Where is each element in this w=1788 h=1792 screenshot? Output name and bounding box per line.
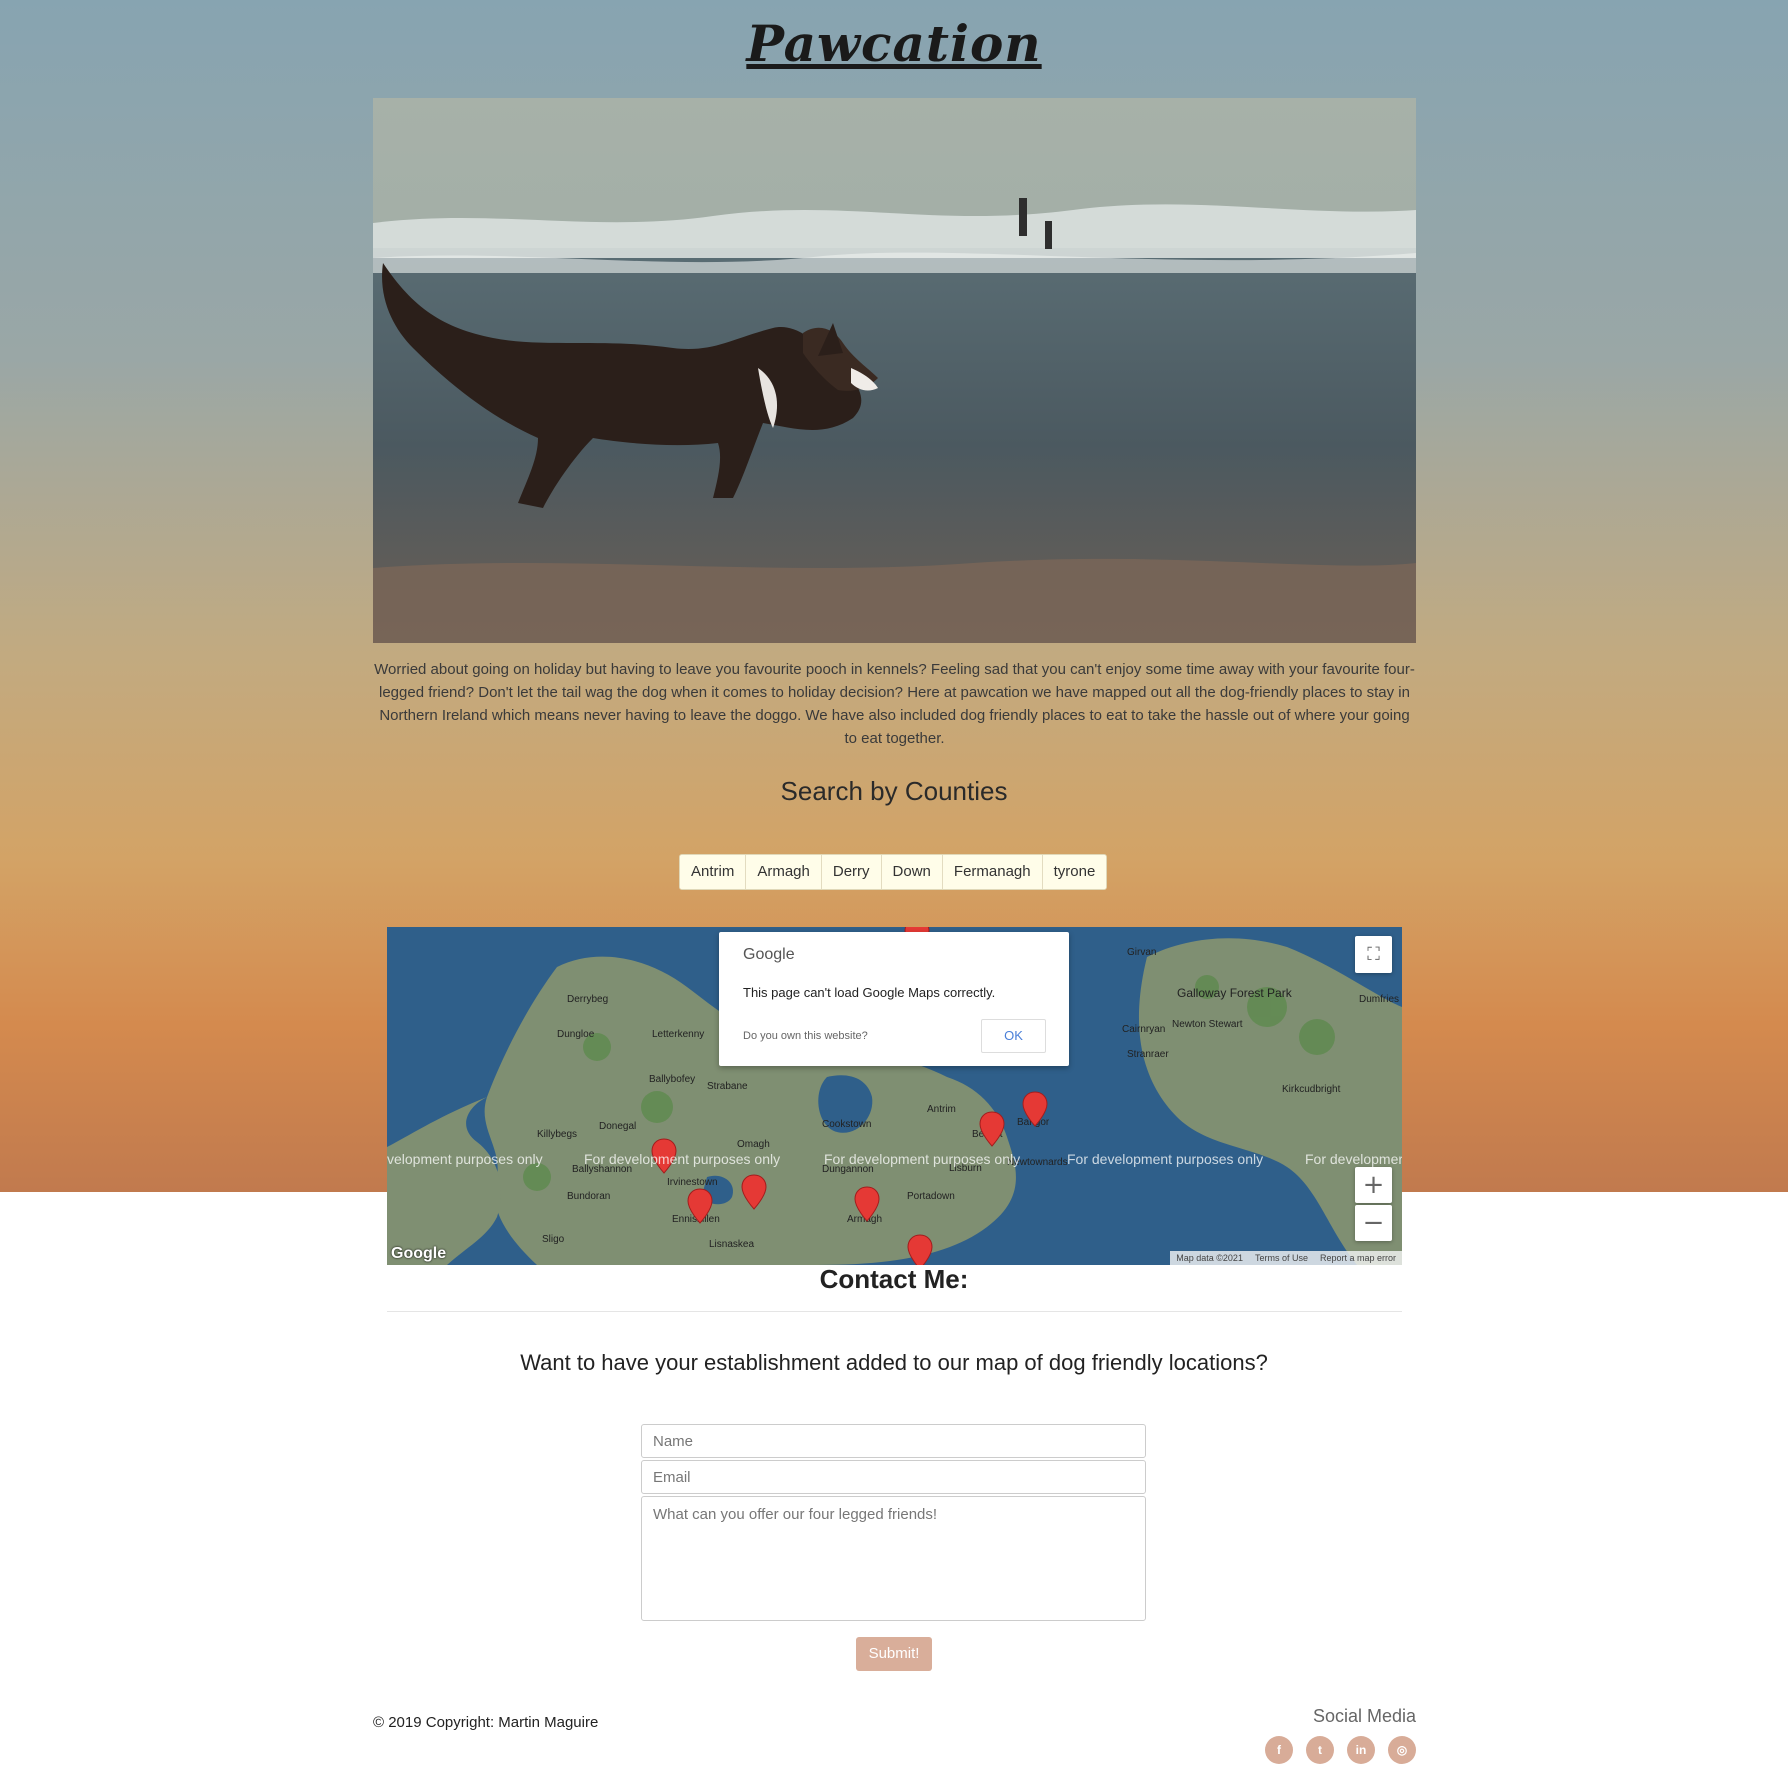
map-label-antrim: Antrim bbox=[927, 1104, 956, 1115]
map-label-girvan: Girvan bbox=[1127, 947, 1156, 958]
name-input[interactable]: Name bbox=[641, 1424, 1146, 1458]
own-website-link[interactable]: Do you own this website? bbox=[743, 1030, 868, 1042]
map-data-text: Map data ©2021 bbox=[1176, 1253, 1243, 1263]
message-textarea[interactable]: What can you offer our four legged frien… bbox=[641, 1496, 1146, 1621]
map-label-letterkenny: Letterkenny bbox=[652, 1029, 704, 1040]
map-label-strabane: Strabane bbox=[707, 1081, 748, 1092]
dev-watermark-right: For developmer bbox=[1305, 1151, 1402, 1167]
map-label-kirkcudbright: Kirkcudbright bbox=[1282, 1084, 1341, 1095]
google-map[interactable]: Derrybeg Dungloe Letterkenny Ballybofey … bbox=[387, 927, 1402, 1265]
map-error-dialog: Google This page can't load Google Maps … bbox=[719, 932, 1069, 1066]
county-button-tyrone[interactable]: tyrone bbox=[1042, 855, 1107, 889]
contact-heading: Contact Me: bbox=[819, 1264, 969, 1294]
map-label-newton-stewart: Newton Stewart bbox=[1172, 1019, 1243, 1030]
google-logo: Google bbox=[391, 1245, 447, 1262]
email-input[interactable]: Email bbox=[641, 1460, 1146, 1494]
divider bbox=[387, 1311, 1402, 1312]
map-label-sligo: Sligo bbox=[542, 1234, 565, 1245]
social-icons: f t in ◎ bbox=[1265, 1736, 1416, 1764]
twitter-icon[interactable]: t bbox=[1306, 1736, 1334, 1764]
map-label-portadown: Portadown bbox=[907, 1191, 955, 1202]
dev-watermark: For development purposes only bbox=[584, 1151, 781, 1167]
county-button-fermanagh[interactable]: Fermanagh bbox=[942, 855, 1043, 889]
map-label-cairnryan: Cairnryan bbox=[1122, 1024, 1165, 1035]
terms-link[interactable]: Terms of Use bbox=[1249, 1253, 1314, 1263]
map-label-cookstown: Cookstown bbox=[822, 1119, 871, 1130]
hero-photo bbox=[373, 98, 1416, 643]
dev-watermark: For development purposes only bbox=[824, 1151, 1021, 1167]
search-heading: Search by Counties bbox=[780, 776, 1008, 806]
map-label-killybegs: Killybegs bbox=[537, 1129, 577, 1140]
map-error-message: This page can't load Google Maps correct… bbox=[743, 985, 996, 1000]
linkedin-icon[interactable]: in bbox=[1347, 1736, 1375, 1764]
map-label-omagh: Omagh bbox=[737, 1139, 770, 1150]
submit-button[interactable]: Submit! bbox=[856, 1637, 932, 1671]
dev-watermark-left: velopment purposes only bbox=[387, 1151, 543, 1167]
site-title: Pawcation bbox=[746, 14, 1042, 73]
county-button-group: Antrim Armagh Derry Down Fermanagh tyron… bbox=[679, 854, 1108, 890]
zoom-out-button[interactable]: − bbox=[1355, 1205, 1392, 1241]
map-label-ballybofey: Ballybofey bbox=[649, 1074, 695, 1085]
copyright-text: © 2019 Copyright: Martin Maguire bbox=[373, 1714, 599, 1731]
map-label-bundoran: Bundoran bbox=[567, 1191, 610, 1202]
fullscreen-icon[interactable]: ⛶ bbox=[1355, 936, 1392, 973]
county-button-armagh[interactable]: Armagh bbox=[746, 855, 822, 889]
report-error-link[interactable]: Report a map error bbox=[1314, 1253, 1402, 1263]
county-button-down[interactable]: Down bbox=[881, 855, 943, 889]
map-label-galloway: Galloway Forest Park bbox=[1177, 986, 1293, 1000]
instagram-icon[interactable]: ◎ bbox=[1388, 1736, 1416, 1764]
google-brand: Google bbox=[743, 946, 795, 963]
map-label-dungloe: Dungloe bbox=[557, 1029, 595, 1040]
map-label-stranraer: Stranraer bbox=[1127, 1049, 1169, 1060]
county-button-derry[interactable]: Derry bbox=[821, 855, 882, 889]
map-label-irvinestown: Irvinestown bbox=[667, 1177, 718, 1188]
zoom-in-button[interactable]: + bbox=[1355, 1167, 1392, 1203]
map-label-donegal: Donegal bbox=[599, 1121, 636, 1132]
social-media-title: Social Media bbox=[1312, 1706, 1416, 1726]
map-label-derrybeg: Derrybeg bbox=[567, 994, 608, 1005]
county-button-antrim[interactable]: Antrim bbox=[680, 855, 747, 889]
facebook-icon[interactable]: f bbox=[1265, 1736, 1293, 1764]
dev-watermark: For development purposes only bbox=[1067, 1151, 1264, 1167]
map-label-lisnaskea: Lisnaskea bbox=[709, 1239, 754, 1250]
contact-subheading: Want to have your establishment added to… bbox=[520, 1350, 1268, 1375]
map-footer: Map data ©2021 Terms of Use Report a map… bbox=[1170, 1251, 1402, 1265]
intro-paragraph: Worried about going on holiday but havin… bbox=[374, 661, 1415, 747]
map-label-dumfries: Dumfries bbox=[1359, 994, 1399, 1005]
ok-button[interactable]: OK bbox=[981, 1019, 1046, 1053]
